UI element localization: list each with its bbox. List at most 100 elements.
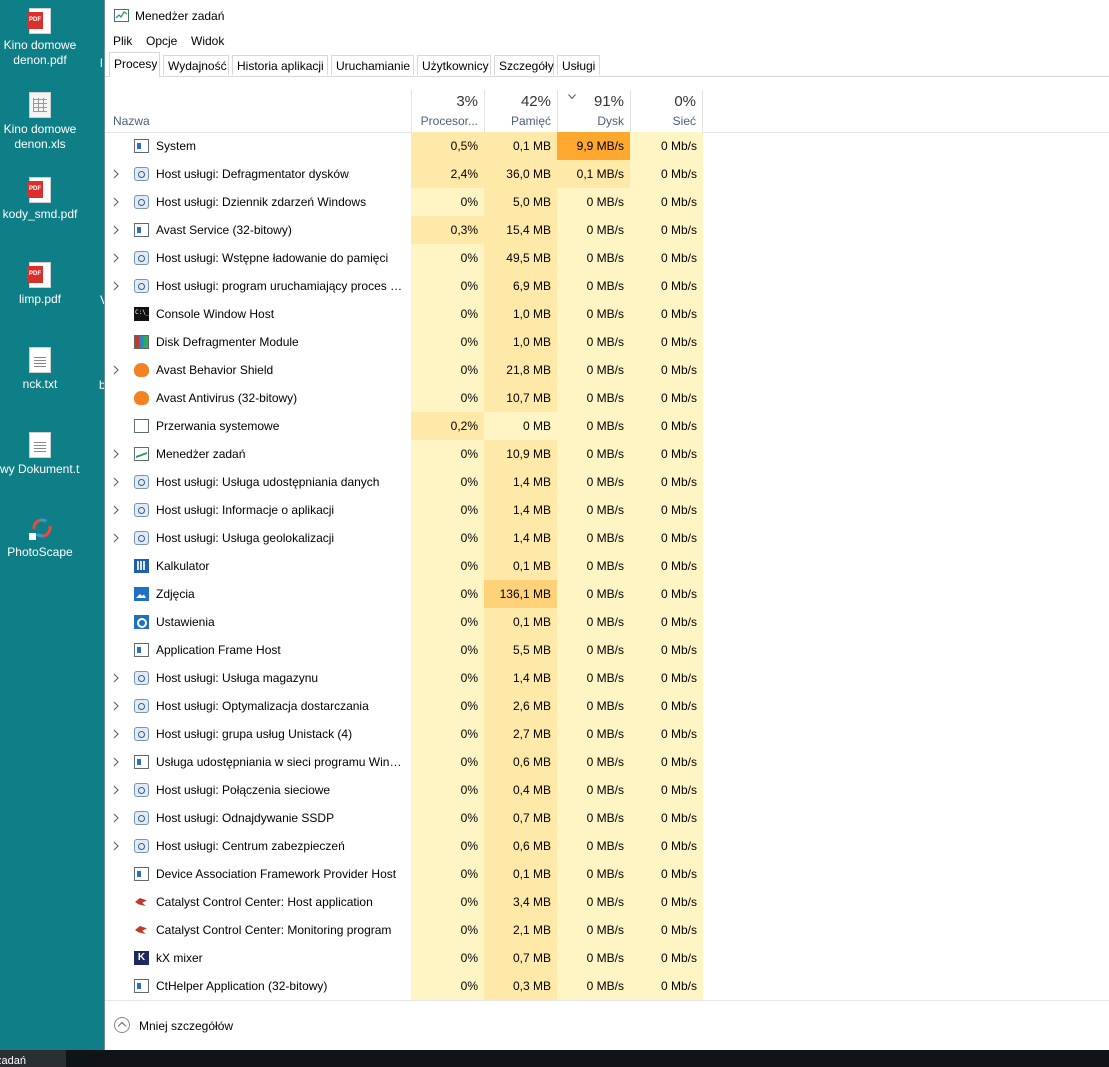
process-row[interactable]: Avast Behavior Shield 0% 21,8 MB 0 MB/s 0 Mb…: [105, 356, 1109, 384]
menu-file[interactable]: Plik: [113, 34, 132, 48]
menu-options[interactable]: Opcje: [146, 34, 177, 48]
process-row[interactable]: Disk Defragmenter Module 0% 1,0 MB 0 MB/s 0 …: [105, 328, 1109, 356]
process-row[interactable]: Przerwania systemowe 0,2% 0 MB 0 MB/s 0 Mb/s: [105, 412, 1109, 440]
expand-chevron-icon[interactable]: [112, 252, 120, 264]
desktop-icon-txt[interactable]: nck.txt: [0, 347, 80, 392]
process-name: Host usługi: Informacje o aplikacji: [156, 503, 335, 517]
desktop-icon-pdf[interactable]: Kino domowedenon.pdf: [0, 8, 80, 68]
process-row[interactable]: Host usługi: Dziennik zdarzeń Windows 0% 5…: [105, 188, 1109, 216]
memory-value: 1,4 MB: [484, 524, 557, 552]
process-row[interactable]: Zdjęcia 0% 136,1 MB 0 MB/s 0 Mb/s: [105, 580, 1109, 608]
process-row[interactable]: Avast Antivirus (32-bitowy) 0% 10,7 MB 0 MB…: [105, 384, 1109, 412]
process-row[interactable]: Catalyst Control Center: Host applicatio…: [105, 888, 1109, 916]
column-disk-header[interactable]: 91% Dysk: [557, 90, 630, 132]
cpu-value: 0%: [411, 608, 484, 636]
expand-chevron-icon[interactable]: [112, 728, 120, 740]
desktop-icon-xls[interactable]: Kino domowe denon.xls: [0, 92, 80, 152]
process-row[interactable]: kX mixer 0%0,7 MB0 MB/s0 Mb/s: [105, 944, 1109, 972]
process-row[interactable]: Host usługi: Usługa udostępniania danych…: [105, 468, 1109, 496]
process-row[interactable]: CtHelper Application (32-bitowy) 0% 0,3 MB…: [105, 972, 1109, 1000]
expand-chevron-icon[interactable]: [112, 196, 120, 208]
fewer-details-button[interactable]: Mniej szczegółów: [139, 1019, 233, 1033]
process-row[interactable]: Host usługi: program uruchamiający proce…: [105, 272, 1109, 300]
memory-value: 0 MB: [484, 412, 557, 440]
tab-users[interactable]: Użytkownicy: [417, 55, 491, 75]
expand-chevron-icon[interactable]: [112, 504, 120, 516]
menu-view[interactable]: Widok: [191, 34, 224, 48]
expand-chevron-icon[interactable]: [112, 168, 120, 180]
chevron-up-icon[interactable]: [114, 1017, 130, 1033]
process-row[interactable]: Host usługi: Odnajdywanie SSDP 0% 0,7 MB 0 …: [105, 804, 1109, 832]
expand-chevron-icon[interactable]: [112, 700, 120, 712]
column-memory-header[interactable]: 42% Pamięć: [484, 90, 557, 132]
desktop-icon-pdf[interactable]: kody_smd.pdf: [0, 177, 80, 222]
process-row[interactable]: Catalyst Control Center: Monitoring prog…: [105, 916, 1109, 944]
expand-chevron-icon[interactable]: [112, 224, 120, 236]
expand-chevron-icon[interactable]: [112, 364, 120, 376]
process-row[interactable]: Menedżer zadań 0% 10,9 MB 0 MB/s 0 Mb/s: [105, 440, 1109, 468]
expand-chevron-icon[interactable]: [112, 448, 120, 460]
desktop-icon-label: Kino domowe: [3, 38, 77, 52]
process-row[interactable]: Host usługi: Defragmentator dysków 2,4% 36…: [105, 160, 1109, 188]
tab-startup[interactable]: Uruchamianie: [331, 55, 414, 75]
process-row[interactable]: Host usługi: grupa usług Unistack (4) 0% 2…: [105, 720, 1109, 748]
column-name-header[interactable]: Nazwa: [113, 114, 150, 128]
expand-chevron-icon[interactable]: [112, 812, 120, 824]
expand-chevron-icon[interactable]: [112, 476, 120, 488]
expand-chevron-icon[interactable]: [112, 840, 120, 852]
memory-total: 42%: [520, 93, 551, 110]
disk-value: 0 MB/s: [557, 580, 630, 608]
pdf-file-icon: [27, 8, 51, 34]
tab-services[interactable]: Usługi: [557, 55, 600, 75]
expand-chevron-icon[interactable]: [112, 784, 120, 796]
process-row[interactable]: System 0,5% 0,1 MB 9,9 MB/s 0 Mb/s: [105, 132, 1109, 160]
expand-chevron-icon[interactable]: [112, 672, 120, 684]
process-row[interactable]: Host usługi: Usługa geolokalizacji 0% 1,4 …: [105, 524, 1109, 552]
cpu-value: 0%: [411, 468, 484, 496]
cpu-value: 0%: [411, 636, 484, 664]
tab-app-history[interactable]: Historia aplikacji: [232, 55, 328, 75]
process-row[interactable]: Usługa udostępniania w sieci programu Wi…: [105, 748, 1109, 776]
desktop-icon-label: kody_smd.pdf: [2, 207, 78, 221]
process-row[interactable]: Application Frame Host 0% 5,5 MB 0 MB/s 0 Mb…: [105, 636, 1109, 664]
network-value: 0 Mb/s: [630, 440, 703, 468]
process-row[interactable]: Device Association Framework Provider Ho…: [105, 860, 1109, 888]
process-row[interactable]: Host usługi: Centrum zabezpieczeń 0% 0,6 M…: [105, 832, 1109, 860]
expand-chevron-icon[interactable]: [112, 532, 120, 544]
disk-value: 0 MB/s: [557, 524, 630, 552]
network-value: 0 Mb/s: [630, 524, 703, 552]
process-row[interactable]: Host usługi: Usługa magazynu 0% 1,4 MB 0 MB…: [105, 664, 1109, 692]
cpu-value: 0%: [411, 384, 484, 412]
column-network-header[interactable]: 0% Sieć: [630, 90, 703, 132]
desktop-icon-photoscape[interactable]: PhotoScape: [0, 517, 80, 560]
catalyst-icon: [134, 923, 149, 937]
process-row[interactable]: Kalkulator 0% 0,1 MB 0 MB/s 0 Mb/s: [105, 552, 1109, 580]
process-row[interactable]: Host usługi: Optymalizacja dostarczania 0…: [105, 692, 1109, 720]
expand-chevron-icon[interactable]: [112, 756, 120, 768]
desktop-icon-label: denon.pdf: [13, 53, 67, 67]
tab-processes[interactable]: Procesy: [109, 52, 160, 77]
process-row[interactable]: Host usługi: Połączenia sieciowe 0% 0,4 MB…: [105, 776, 1109, 804]
process-row[interactable]: Host usługi: Informacje o aplikacji 0% 1,4…: [105, 496, 1109, 524]
process-row[interactable]: Console Window Host 0%1,0 MB0 MB/s0 Mb/s: [105, 300, 1109, 328]
desktop-icon-label: PhotoScape: [7, 545, 73, 559]
cpu-value: 0,5%: [411, 132, 484, 160]
process-name: Kalkulator: [156, 559, 210, 573]
title-bar[interactable]: Menedżer zadań: [105, 0, 1109, 32]
desktop-icon-txt[interactable]: wy Dokument.txt: [0, 432, 80, 477]
desktop-icon-pdf[interactable]: limp.pdf: [0, 262, 80, 307]
process-name: CtHelper Application (32-bitowy): [156, 979, 328, 993]
expand-chevron-icon[interactable]: [112, 280, 120, 292]
tab-performance[interactable]: Wydajność: [163, 55, 229, 75]
tab-details[interactable]: Szczegóły: [494, 55, 554, 75]
memory-value: 1,4 MB: [484, 664, 557, 692]
network-value: 0 Mb/s: [630, 664, 703, 692]
txt-file-icon: [29, 347, 51, 373]
process-row[interactable]: Avast Service (32-bitowy) 0,3% 15,4 MB 0 MB…: [105, 216, 1109, 244]
cpu-value: 0%: [411, 524, 484, 552]
process-row[interactable]: Host usługi: Wstępne ładowanie do pamięc…: [105, 244, 1109, 272]
column-cpu-header[interactable]: 3% Procesor...: [411, 90, 484, 132]
process-row[interactable]: Ustawienia 0% 0,1 MB 0 MB/s 0 Mb/s: [105, 608, 1109, 636]
taskbar-item-task-manager[interactable]: zadań: [0, 1050, 66, 1067]
memory-value: 36,0 MB: [484, 160, 557, 188]
